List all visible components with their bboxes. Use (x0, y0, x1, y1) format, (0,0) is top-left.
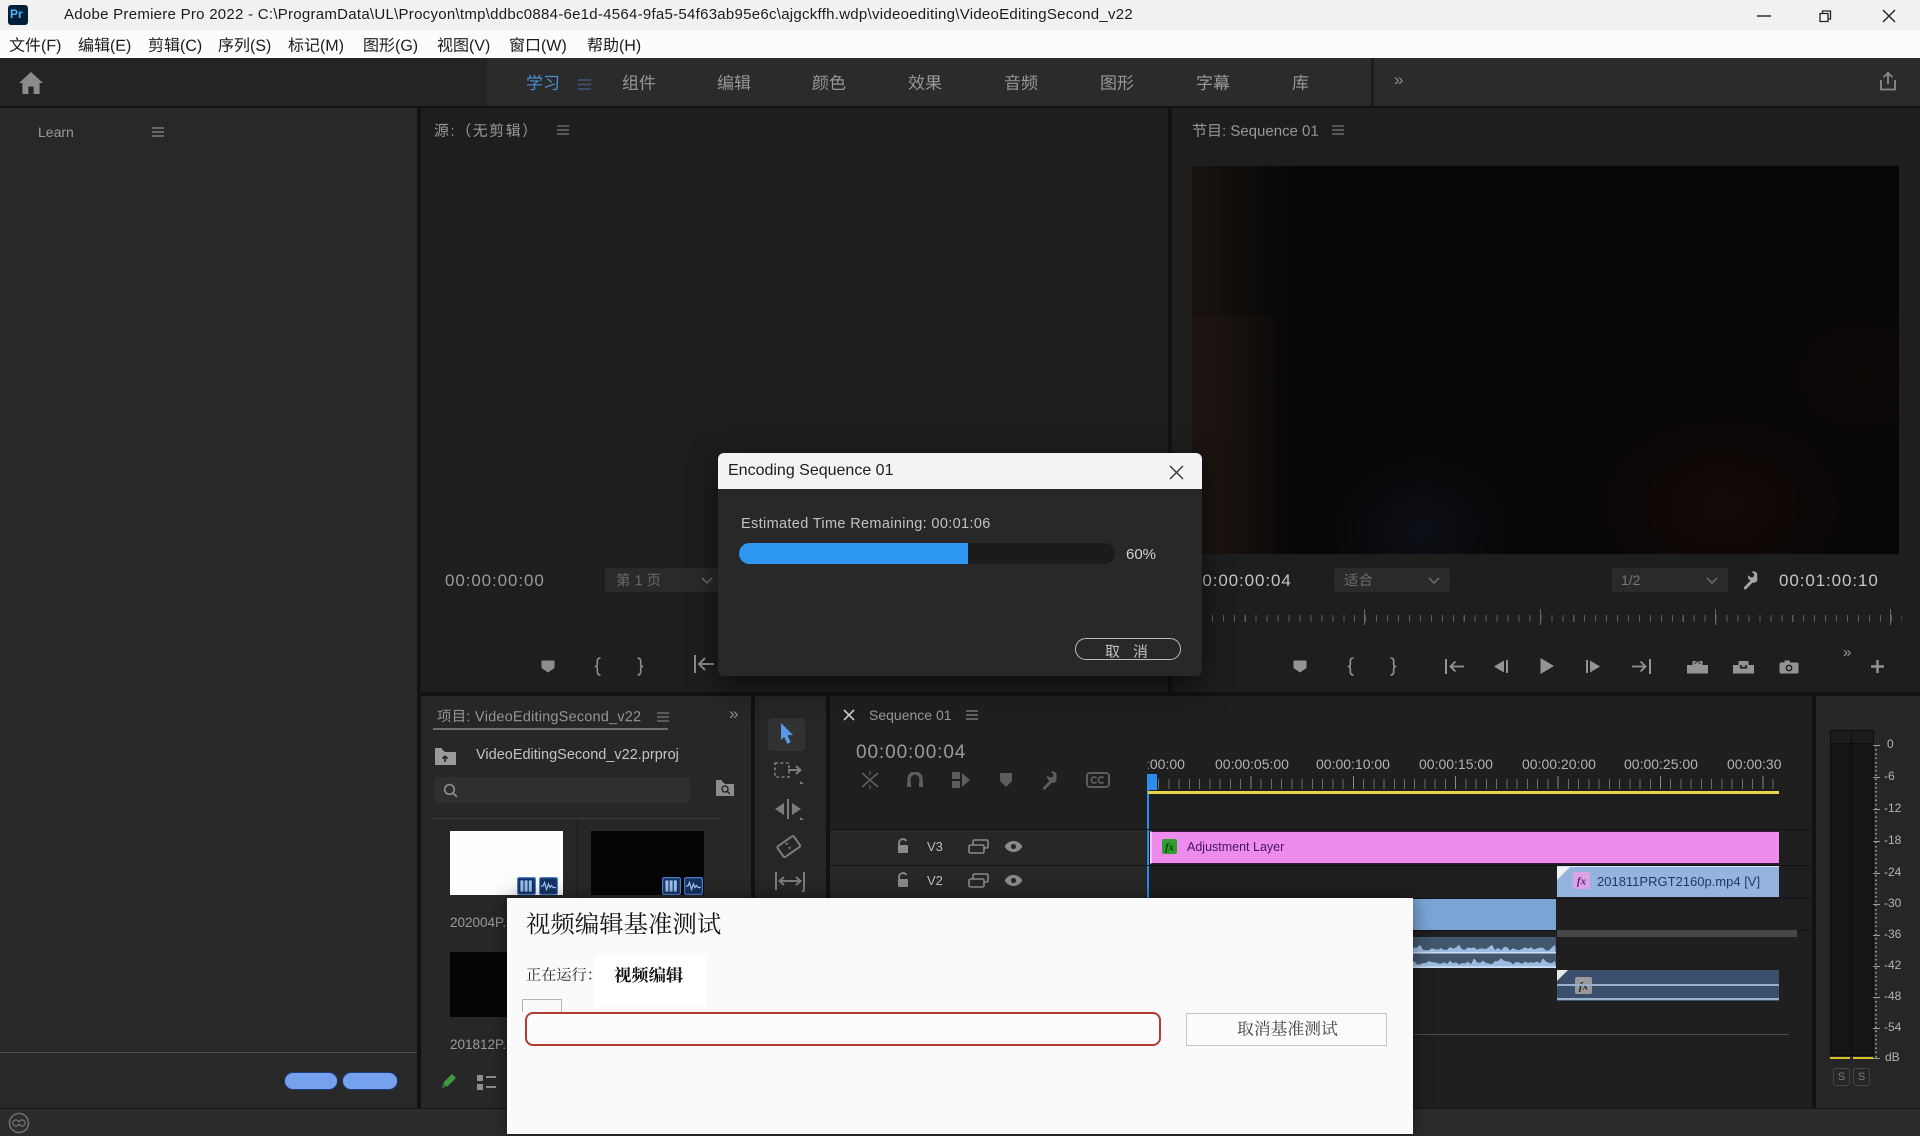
svg-text:fx: fx (1165, 843, 1174, 854)
svg-text:fx: fx (1579, 981, 1589, 993)
svg-text:fx: fx (1577, 876, 1587, 888)
